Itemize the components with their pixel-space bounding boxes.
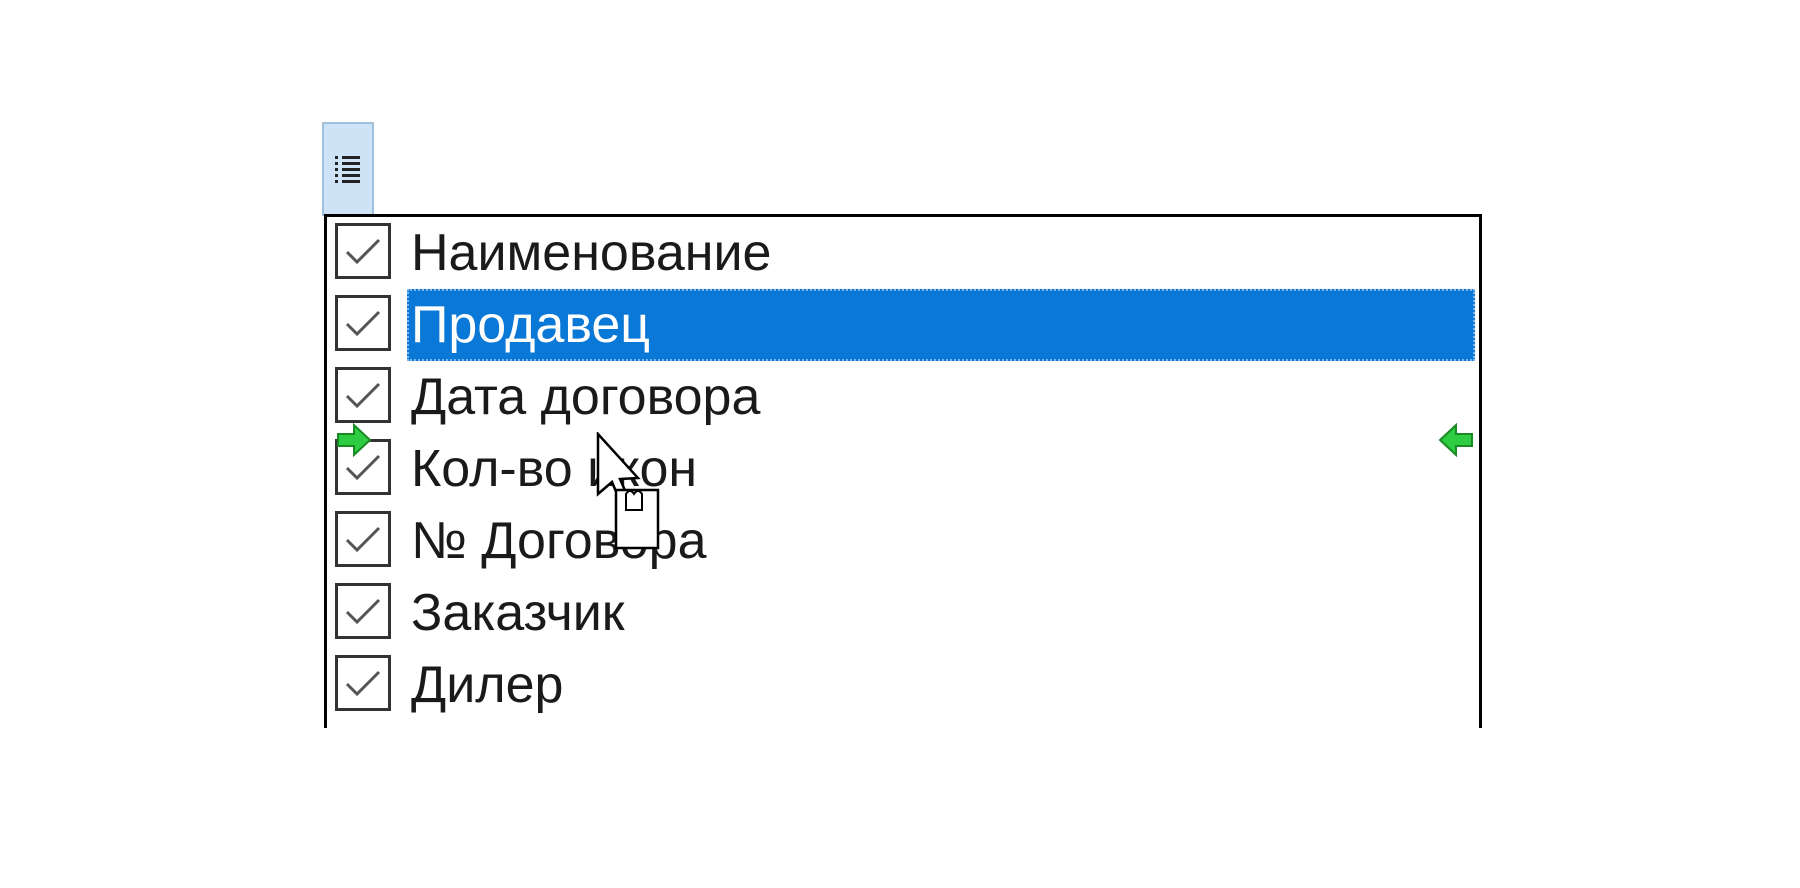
column-item-selected[interactable]: Продавец bbox=[327, 289, 1479, 361]
column-item-label: № Договора bbox=[411, 512, 707, 570]
column-item[interactable]: Дата договора bbox=[327, 361, 1479, 433]
column-item[interactable]: Заказчик bbox=[327, 577, 1479, 649]
column-item-label: Кол-во икон bbox=[411, 440, 698, 498]
column-item-label: Заказчик bbox=[411, 584, 625, 642]
check-icon bbox=[345, 310, 381, 337]
column-item[interactable]: Кол-во икон bbox=[327, 433, 1479, 505]
column-item-label: Продавец bbox=[407, 289, 1475, 361]
column-chooser-list: Наименование Продавец Дата договора Кол-… bbox=[324, 214, 1482, 728]
drop-indicator-right-arrow-icon bbox=[337, 422, 372, 458]
column-item[interactable]: Дилер bbox=[327, 649, 1479, 721]
check-icon bbox=[345, 526, 381, 553]
column-item-label: Наименование bbox=[411, 224, 772, 282]
column-checkbox[interactable] bbox=[335, 655, 391, 711]
drop-indicator-left-arrow-icon bbox=[1438, 422, 1473, 458]
column-item[interactable]: № Договора bbox=[327, 505, 1479, 577]
column-checkbox[interactable] bbox=[335, 511, 391, 567]
check-icon bbox=[345, 382, 381, 409]
screen: Наименование Продавец Дата договора Кол-… bbox=[0, 0, 1800, 888]
check-icon bbox=[345, 670, 381, 697]
column-item[interactable]: Наименование bbox=[327, 217, 1479, 289]
column-checkbox[interactable] bbox=[335, 367, 391, 423]
column-list-icon bbox=[335, 156, 360, 183]
check-icon bbox=[345, 598, 381, 625]
column-chooser-button[interactable] bbox=[322, 122, 374, 216]
column-item-label: Дата договора bbox=[411, 368, 761, 426]
column-checkbox[interactable] bbox=[335, 295, 391, 351]
column-item-label: Дилер bbox=[411, 656, 564, 714]
column-checkbox[interactable] bbox=[335, 223, 391, 279]
check-icon bbox=[345, 238, 381, 265]
column-checkbox[interactable] bbox=[335, 583, 391, 639]
